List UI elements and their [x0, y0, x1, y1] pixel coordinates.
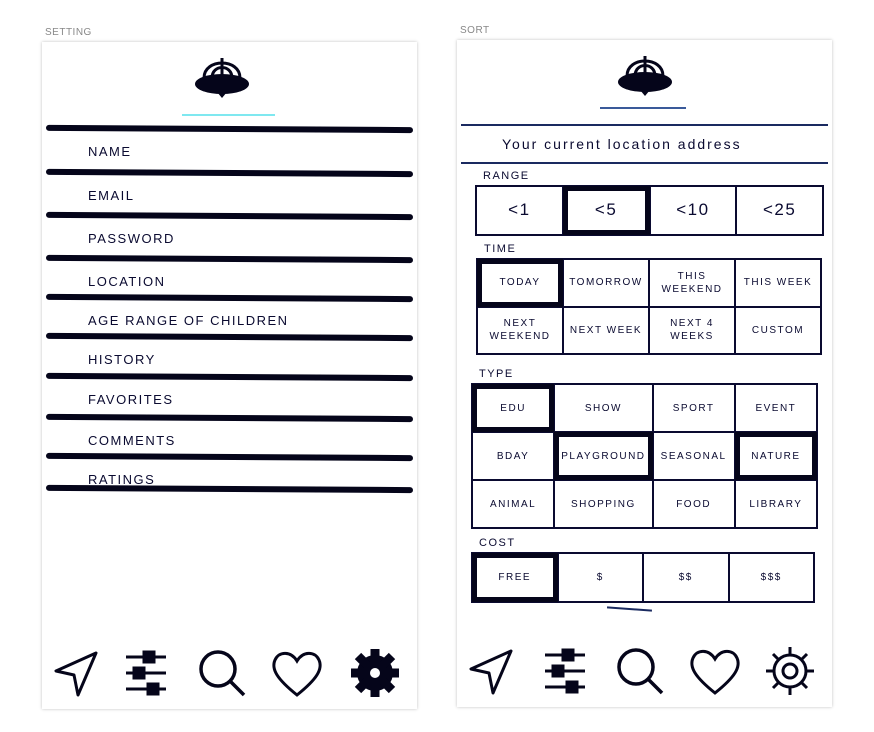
logo-underline — [600, 107, 686, 109]
search-icon — [612, 648, 668, 703]
cost-option[interactable]: $$ — [643, 553, 729, 602]
row-divider — [45, 372, 414, 382]
sliders-icon — [537, 648, 593, 703]
time-option[interactable]: Next week — [563, 306, 649, 354]
time-option[interactable]: Custom — [735, 306, 821, 354]
type-option[interactable]: Library — [734, 480, 817, 528]
type-options: Edu Show Sport Event BDay Playground Seasonal N… — [471, 383, 818, 529]
cost-option[interactable]: $$$ — [728, 553, 814, 602]
heart-icon — [269, 651, 325, 705]
sort-screen-caption: SORT — [460, 25, 490, 36]
logo-underline — [182, 114, 275, 116]
time-options: Today Tomorrow This weekend This week Next w… — [476, 258, 822, 355]
row-divider — [45, 332, 414, 342]
type-option[interactable]: BDay — [472, 432, 555, 480]
row-divider — [45, 211, 414, 221]
type-option[interactable]: Food — [652, 480, 735, 528]
range-option[interactable]: <5 — [562, 186, 650, 235]
setting-item[interactable]: Email — [88, 188, 135, 203]
type-option[interactable]: Edu — [472, 384, 555, 432]
type-option[interactable]: Nature — [734, 432, 817, 480]
setting-item[interactable]: Name — [88, 144, 132, 159]
range-option[interactable]: <10 — [649, 186, 737, 235]
type-option[interactable]: Playground — [554, 432, 653, 480]
heart-nav-button[interactable] — [687, 643, 743, 699]
bell-logo-icon — [618, 56, 672, 96]
gear-icon — [762, 647, 818, 703]
type-option[interactable]: Shopping — [554, 480, 653, 528]
sliders-nav-button[interactable] — [118, 645, 174, 701]
navigation-arrow-nav-button[interactable] — [48, 645, 104, 701]
setting-item[interactable]: Password — [88, 231, 175, 246]
setting-item[interactable]: Ratings — [88, 472, 155, 487]
time-label: Time — [484, 243, 517, 255]
cost-options: Free $ $$ $$$ — [471, 552, 815, 603]
location-address-field[interactable]: Your current location address — [502, 136, 742, 152]
time-option[interactable]: Next 4 weeks — [649, 306, 735, 354]
time-option[interactable]: This week — [735, 259, 821, 307]
location-bottom-rule — [461, 162, 828, 164]
type-option[interactable]: Show — [554, 384, 653, 432]
gear-nav-button[interactable] — [762, 643, 818, 699]
heart-icon — [687, 649, 743, 703]
row-divider — [45, 452, 414, 462]
time-option[interactable]: Next weekend — [477, 306, 563, 354]
gear-icon — [347, 649, 403, 705]
row-divider — [45, 293, 414, 303]
setting-screen: Name Email Password Location Age range of ch… — [42, 42, 417, 709]
setting-item[interactable]: Location — [88, 274, 166, 289]
range-label: Range — [483, 170, 530, 182]
time-option[interactable]: Today — [477, 259, 563, 307]
row-divider — [45, 413, 414, 423]
setting-screen-caption: SETTING — [45, 27, 92, 38]
navigation-arrow-nav-button[interactable] — [463, 643, 519, 699]
row-divider — [45, 254, 414, 264]
time-option[interactable]: Tomorrow — [563, 259, 649, 307]
time-option[interactable]: This weekend — [649, 259, 735, 307]
range-option[interactable]: <1 — [476, 186, 563, 235]
setting-item[interactable]: History — [88, 352, 156, 367]
setting-item[interactable]: Favorites — [88, 392, 174, 407]
setting-item[interactable]: Age range of children — [88, 313, 289, 328]
type-option[interactable]: Sport — [652, 384, 735, 432]
cost-label: Cost — [479, 537, 516, 549]
setting-item[interactable]: Comments — [88, 433, 176, 448]
type-label: Type — [479, 368, 514, 380]
row-divider — [45, 168, 414, 178]
row-divider — [45, 124, 414, 134]
bell-logo-icon — [195, 58, 249, 98]
navigation-arrow-icon — [48, 651, 104, 705]
cost-option[interactable]: Free — [472, 553, 558, 602]
sliders-icon — [118, 650, 174, 705]
search-nav-button[interactable] — [194, 645, 250, 701]
heart-nav-button[interactable] — [269, 645, 325, 701]
range-option[interactable]: <25 — [736, 186, 823, 235]
type-option[interactable]: Seasonal — [652, 432, 735, 480]
stray-line — [607, 606, 652, 612]
navigation-arrow-icon — [463, 649, 519, 703]
search-icon — [194, 650, 250, 705]
type-option[interactable]: Event — [734, 384, 817, 432]
type-option[interactable]: Animal — [472, 480, 555, 528]
range-options: <1 <5 <10 <25 — [475, 185, 824, 236]
cost-option[interactable]: $ — [557, 553, 643, 602]
gear-nav-button[interactable] — [347, 645, 403, 701]
sort-screen: Your current location address Range <1 <5 <… — [457, 40, 832, 707]
search-nav-button[interactable] — [612, 643, 668, 699]
sliders-nav-button[interactable] — [537, 643, 593, 699]
location-top-rule — [461, 124, 828, 126]
